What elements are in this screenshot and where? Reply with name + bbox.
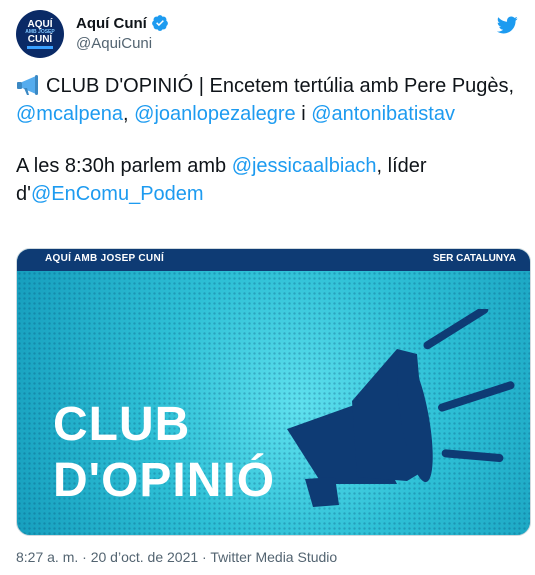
tweet-paragraph-2: A les 8:30h parlem amb @jessicaalbiach, … — [16, 152, 521, 208]
author-handle[interactable]: @AquiCuni — [76, 35, 152, 52]
twitter-logo-icon[interactable] — [496, 14, 518, 36]
avatar[interactable]: AQUÍ AMB JOSEP CUNÍ — [16, 10, 64, 58]
tweet-text-line1: CLUB D'OPINIÓ | Encetem tertúlia amb Per… — [46, 75, 515, 97]
megaphone-icon — [287, 309, 515, 507]
tweet-text-separator: , — [123, 103, 135, 125]
tweet-time[interactable]: 8:27 a. m. — [16, 549, 78, 565]
tweet-date[interactable]: 20 d’oct. de 2021 — [91, 549, 198, 565]
tweet-card: AQUÍ AMB JOSEP CUNÍ Aquí Cuní @AquiCuni … — [0, 0, 535, 575]
avatar-underline — [27, 45, 53, 49]
tweet-text: CLUB D'OPINIÓ | Encetem tertúlia amb Per… — [16, 72, 521, 208]
tweet-text-line2: A les 8:30h parlem amb — [16, 155, 232, 177]
media-top-bar: AQUÍ AMB JOSEP CUNÍ SER CATALUNYA — [17, 249, 530, 271]
media-title-line2: D'OPINIÓ — [53, 454, 276, 507]
author-display-name[interactable]: Aquí Cuní — [76, 15, 147, 32]
media-ser-logo: SER CATALUNYA — [432, 253, 516, 264]
mention-link[interactable]: @mcalpena — [16, 103, 123, 125]
megaphone-emoji-icon — [17, 75, 38, 95]
verified-badge-icon — [151, 15, 168, 31]
meta-separator: · — [198, 549, 211, 565]
media-title: CLUB D'OPINIÓ — [53, 397, 275, 509]
author-name-row: Aquí Cuní — [76, 14, 169, 32]
mention-link[interactable]: @jessicaalbiach — [232, 155, 377, 177]
tweet-source[interactable]: Twitter Media Studio — [210, 549, 337, 565]
media-brand-logo: AQUÍ AMB JOSEP CUNÍ — [45, 253, 165, 264]
mention-link[interactable]: @antonibatistav — [311, 103, 455, 125]
meta-separator: · — [78, 549, 91, 565]
mention-link[interactable]: @joanlopezalegre — [134, 103, 296, 125]
avatar-text-line1: AQUÍ — [27, 18, 53, 30]
tweet-media-image[interactable]: AQUÍ AMB JOSEP CUNÍ SER CATALUNYA CLUB D… — [16, 248, 531, 536]
mention-link[interactable]: @EnComu_Podem — [31, 183, 204, 205]
tweet-paragraph-1: CLUB D'OPINIÓ | Encetem tertúlia amb Per… — [16, 72, 521, 128]
avatar-text-line3: CUNÍ — [27, 33, 53, 45]
media-title-line1: CLUB — [53, 398, 191, 451]
tweet-metadata: 8:27 a. m. · 20 d’oct. de 2021 · Twitter… — [16, 549, 337, 565]
tweet-text-separator: i — [295, 103, 312, 125]
